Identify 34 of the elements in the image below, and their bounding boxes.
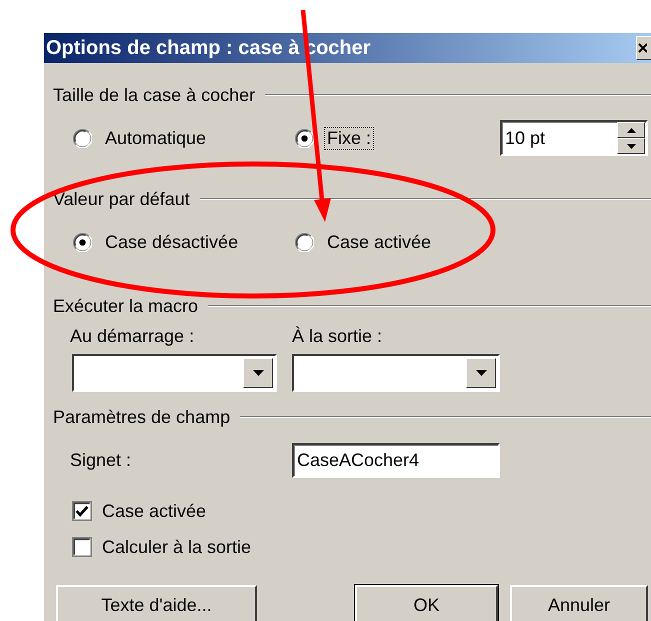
radio-button[interactable] — [73, 232, 92, 252]
group-title: Taille de la case à cocher — [53, 84, 256, 106]
dropdown-arrow-icon — [476, 370, 486, 376]
checkbox[interactable] — [72, 537, 92, 557]
field-label: À la sortie : — [292, 326, 382, 346]
up-arrow-icon — [626, 128, 636, 132]
group-title: Paramètres de champ — [53, 406, 230, 428]
help-text-button[interactable]: Texte d'aide... — [56, 585, 257, 621]
spin-down-button[interactable] — [617, 138, 645, 154]
checkbox-label: Case activée — [102, 500, 206, 522]
spin-up-button[interactable] — [617, 122, 645, 138]
down-arrow-icon — [626, 144, 636, 148]
group-title: Valeur par défaut — [53, 188, 190, 210]
field-label: Au démarrage : — [70, 326, 196, 346]
close-icon — [637, 42, 647, 54]
checkbox-label: Calculer à la sortie — [102, 536, 252, 558]
radio-button[interactable] — [295, 128, 314, 148]
macro-entry-dropdown[interactable] — [72, 354, 277, 392]
radio-label: Case activée — [326, 230, 432, 254]
close-button[interactable] — [636, 36, 651, 60]
radio-label: Fixe : — [324, 126, 374, 150]
field-label: Signet : — [70, 450, 132, 471]
radio-label: Automatique — [104, 126, 208, 150]
dropdown-arrow-icon — [252, 370, 264, 376]
ok-button[interactable]: OK — [355, 585, 498, 621]
radio-label: Case désactivée — [104, 230, 240, 254]
cancel-button[interactable]: Annuler — [510, 585, 648, 621]
bookmark-field[interactable]: CaseACocher4 — [292, 443, 500, 478]
macro-exit-dropdown[interactable] — [292, 354, 500, 392]
group-title: Exécuter la macro — [53, 296, 198, 316]
radio-button[interactable] — [73, 128, 92, 148]
size-spinner[interactable]: 10 pt — [500, 120, 648, 156]
radio-button[interactable] — [295, 232, 314, 252]
checkbox[interactable] — [72, 501, 92, 521]
